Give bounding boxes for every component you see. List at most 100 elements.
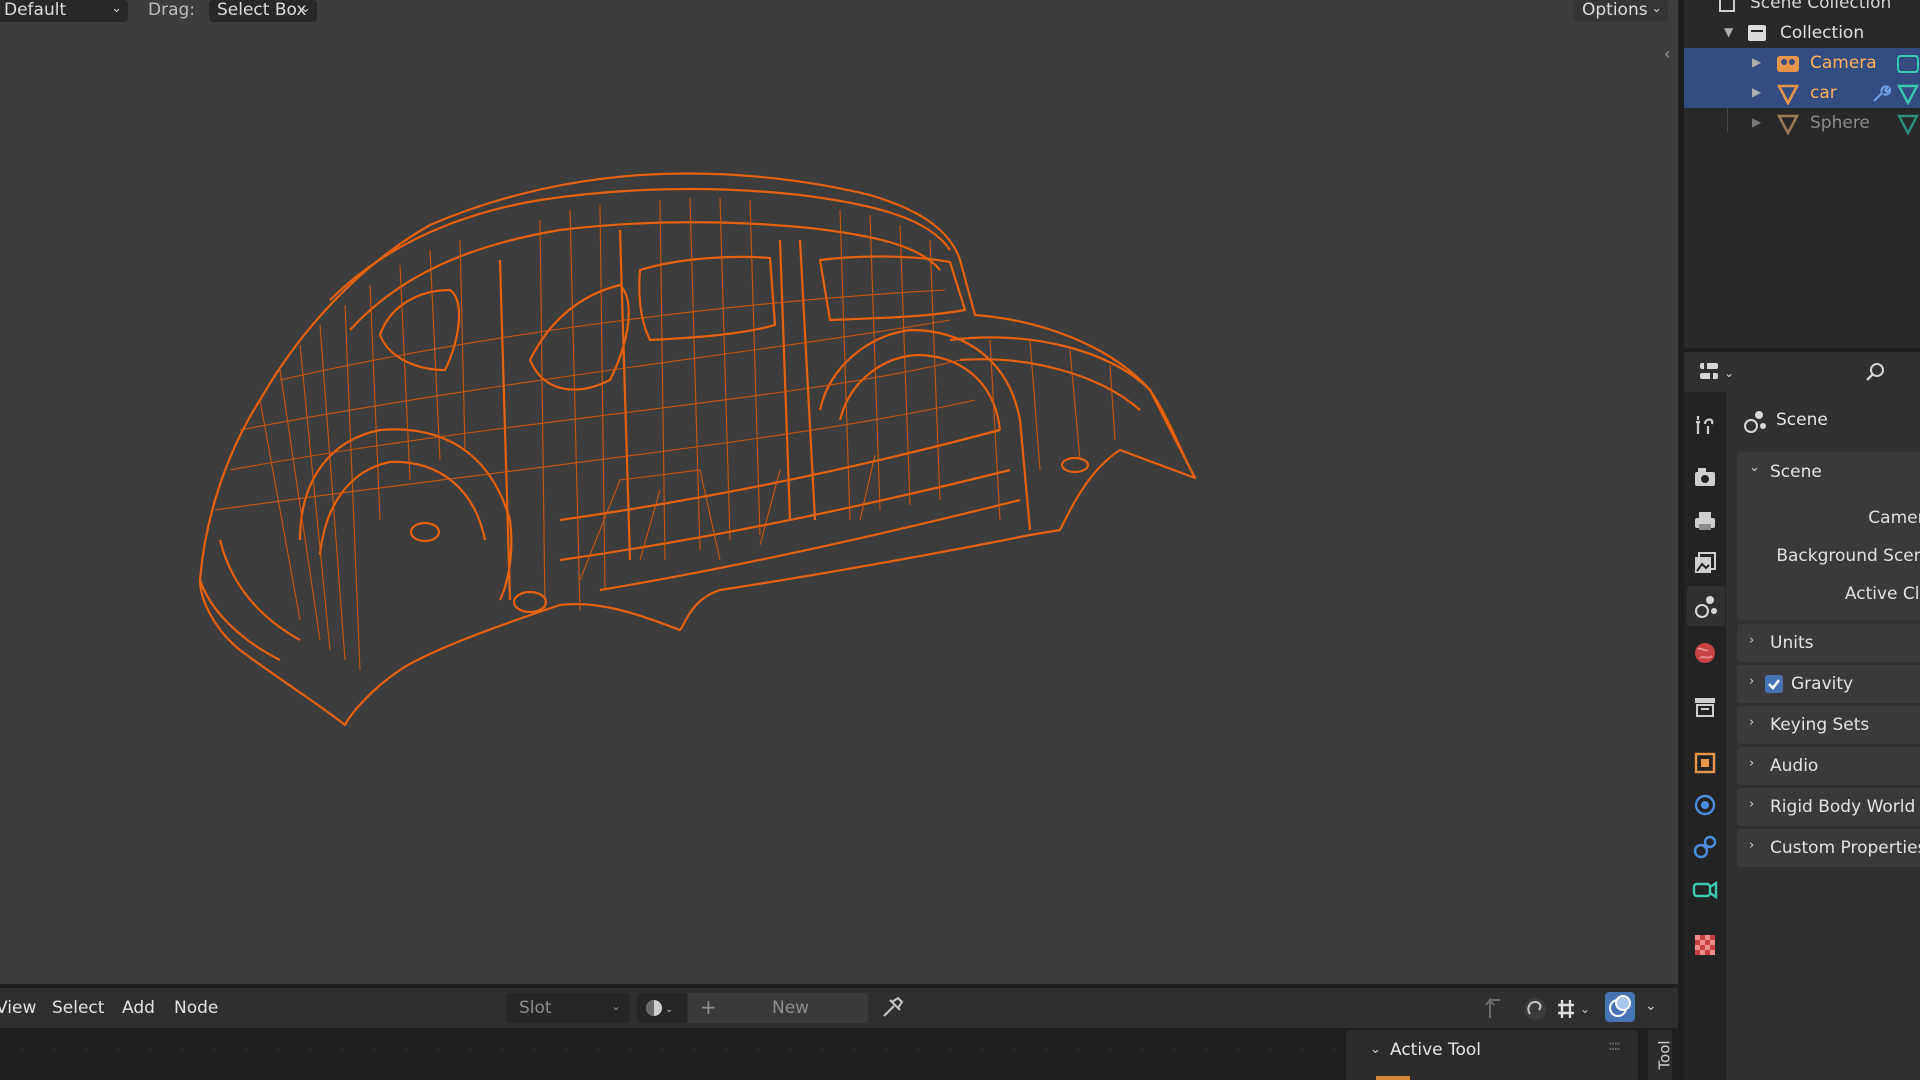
menu-add[interactable]: Add (122, 998, 155, 1018)
properties-main: Scene ⌄ Scene Camera Background Scene Ac… (1726, 392, 1920, 1080)
search-icon[interactable] (1864, 360, 1888, 384)
object-icon[interactable] (1692, 750, 1718, 776)
tab-scene[interactable] (1687, 586, 1725, 626)
material-browse-dropdown[interactable]: ⌄ (637, 993, 687, 1023)
outliner-scene-collection[interactable]: Scene Collection (1684, 0, 1920, 18)
output-icon[interactable] (1692, 508, 1718, 534)
plus-icon: + (700, 995, 717, 1019)
options-label: Options (1582, 0, 1648, 20)
data-icon[interactable] (1692, 876, 1718, 902)
view-layer-icon[interactable] (1692, 550, 1718, 576)
chevron-down-icon[interactable]: ⌄ (1749, 460, 1760, 475)
slot-label: Slot (519, 998, 552, 1018)
menu-view[interactable]: View (0, 998, 36, 1018)
expand-right-icon[interactable]: ▶ (1752, 115, 1761, 129)
overlay-options-chevron-icon[interactable]: ⌄ (1645, 998, 1657, 1014)
car-name: car (1810, 83, 1837, 103)
new-label: New (772, 998, 810, 1018)
editor-type-icon[interactable]: ⌄ (1698, 360, 1742, 384)
wrench-icon[interactable] (1870, 83, 1892, 105)
car-wireframe[interactable] (0, 0, 1678, 984)
collection-icon[interactable] (1692, 694, 1718, 720)
camera-field-label: Camera (1868, 508, 1920, 528)
svg-text:⌄: ⌄ (665, 1004, 673, 1015)
tab-tool[interactable]: Tool (1648, 1030, 1674, 1080)
chevron-down-icon: ⌄ (610, 999, 621, 1013)
tool-indicator (1376, 1076, 1410, 1080)
scene-panel-title[interactable]: Scene (1770, 462, 1822, 482)
constraint-icon[interactable] (1692, 834, 1718, 860)
texture-icon[interactable] (1692, 932, 1718, 958)
node-editor-header: View Select Add Node Slot ⌄ ⌄ + New ⌄ ⌄ (0, 988, 1678, 1028)
mesh-data-icon[interactable] (1896, 113, 1920, 135)
outliner: Scene Collection ▼ Collection ▶ Camera ▶… (1684, 0, 1920, 348)
chevron-right-icon: › (1749, 715, 1755, 730)
outliner-item-car[interactable]: ▶ car (1684, 78, 1920, 108)
keying-sets-label: Keying Sets (1770, 715, 1870, 735)
drag-mode-value: Select Box (217, 0, 307, 20)
render-icon[interactable] (1692, 464, 1718, 490)
scene-icon (1744, 411, 1766, 433)
units-label: Units (1770, 633, 1814, 653)
tool-tab-label: Tool (1655, 1040, 1674, 1070)
expand-right-icon[interactable]: ▶ (1752, 85, 1761, 99)
overlay-icon (1609, 995, 1631, 1017)
parent-node-icon[interactable] (1484, 996, 1506, 1020)
panel-keying-sets[interactable]: › Keying Sets (1737, 706, 1920, 744)
drag-grip-icon[interactable]: :::: (1608, 1038, 1621, 1054)
options-dropdown[interactable]: Options ⌄ (1574, 0, 1668, 22)
outliner-item-sphere[interactable]: ▶ Sphere (1684, 108, 1920, 138)
orientation-value: Default (4, 0, 67, 20)
slot-dropdown[interactable]: Slot ⌄ (507, 993, 629, 1023)
background-scene-label: Background Scene (1776, 546, 1920, 566)
world-icon[interactable] (1692, 640, 1718, 666)
overlays-toggle[interactable] (1605, 992, 1635, 1022)
context-title: Scene (1776, 410, 1828, 430)
camera-object-icon (1777, 56, 1799, 72)
panel-rigid-body-world[interactable]: › Rigid Body World (1737, 788, 1920, 826)
outliner-collection[interactable]: ▼ Collection (1684, 18, 1920, 48)
expand-down-icon[interactable]: ▼ (1724, 25, 1733, 39)
collection-label: Collection (1780, 23, 1865, 43)
camera-data-icon[interactable] (1896, 52, 1920, 74)
drag-label: Drag: (148, 0, 196, 20)
viewport-header: Default ⌄ Drag: Select Box ⌄ Options ⌄ (0, 0, 1678, 26)
collapse-chevron-icon[interactable]: ⌄ (1370, 1042, 1381, 1057)
panel-units[interactable]: › Units (1737, 624, 1920, 662)
physics-icon[interactable] (1692, 792, 1718, 818)
properties-tabs (1684, 392, 1726, 1080)
sidebar-toggle-icon[interactable]: ‹ (1664, 44, 1670, 63)
menu-select[interactable]: Select (52, 998, 104, 1018)
svg-text:⌄: ⌄ (1580, 1002, 1590, 1016)
properties-header: ⌄ (1684, 352, 1920, 392)
tool-icon[interactable] (1692, 412, 1718, 438)
active-tool-panel: ⌄ Active Tool :::: (1346, 1030, 1638, 1080)
3d-viewport[interactable]: Default ⌄ Drag: Select Box ⌄ Options ⌄ ‹ (0, 0, 1678, 984)
mesh-data-icon[interactable] (1896, 83, 1920, 105)
panel-gravity[interactable]: › Gravity (1737, 665, 1920, 703)
scene-icon (1695, 596, 1717, 618)
new-material-button[interactable]: + New (688, 993, 868, 1023)
scene-collection-icon (1719, 0, 1735, 12)
rigid-body-world-label: Rigid Body World (1770, 797, 1916, 817)
panel-audio[interactable]: › Audio (1737, 747, 1920, 785)
orientation-dropdown[interactable]: Default ⌄ (0, 0, 128, 22)
drag-mode-dropdown[interactable]: Select Box ⌄ (209, 0, 317, 22)
audio-label: Audio (1770, 756, 1819, 776)
chevron-right-icon: › (1749, 756, 1755, 771)
outliner-item-camera[interactable]: ▶ Camera (1684, 48, 1920, 78)
pin-icon[interactable] (880, 994, 906, 1020)
camera-name: Camera (1810, 53, 1877, 73)
expand-right-icon[interactable]: ▶ (1752, 55, 1761, 69)
snap-icon[interactable] (1522, 996, 1548, 1022)
svg-text:⌄: ⌄ (1724, 366, 1734, 380)
panel-custom-properties[interactable]: › Custom Properties (1737, 829, 1920, 867)
menu-node[interactable]: Node (174, 998, 218, 1018)
snap-grid-icon[interactable]: ⌄ (1556, 996, 1596, 1022)
active-tool-title[interactable]: Active Tool (1390, 1040, 1481, 1060)
scene-panel: ⌄ Scene Camera Background Scene Active C… (1737, 452, 1920, 620)
collection-icon (1748, 25, 1766, 41)
chevron-right-icon: › (1749, 838, 1755, 853)
gravity-checkbox[interactable] (1765, 675, 1783, 693)
mesh-object-icon (1776, 84, 1800, 105)
